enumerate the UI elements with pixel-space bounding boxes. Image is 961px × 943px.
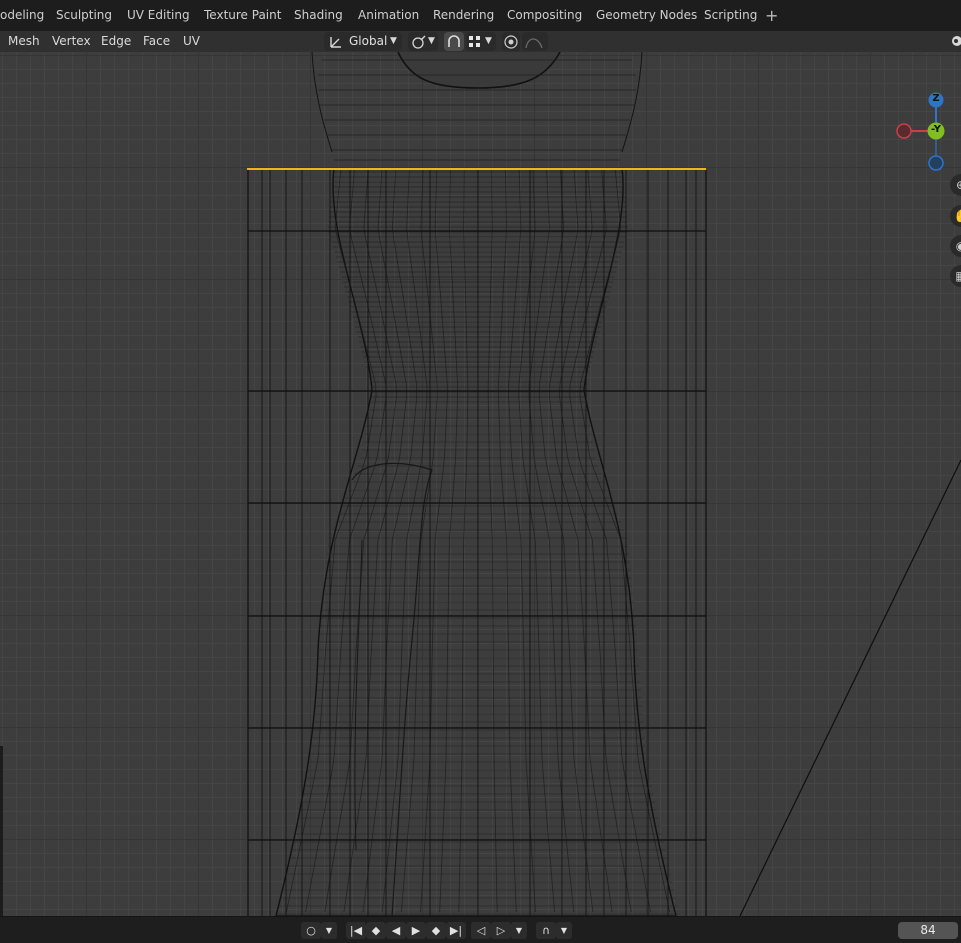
menu-mesh[interactable]: Mesh — [8, 31, 40, 52]
chevron-down-icon: ▼ — [485, 36, 492, 46]
chevron-down-icon[interactable]: ▼ — [321, 922, 337, 939]
snap-toggle[interactable] — [444, 32, 464, 51]
current-frame-field[interactable]: 84 — [898, 922, 958, 939]
tab-modeling[interactable]: odeling — [0, 0, 44, 31]
tab-animation[interactable]: Animation — [358, 0, 419, 31]
transform-orientation-icon — [330, 37, 341, 48]
chevron-down-icon: ▼ — [428, 36, 435, 46]
overlay-visibility-icon[interactable] — [946, 31, 961, 52]
auto-key-icon[interactable]: ∩ — [536, 922, 556, 939]
play-reverse-icon[interactable]: ◀ — [386, 922, 406, 939]
mesh-wireframe — [247, 52, 961, 916]
falloff-icon — [525, 38, 543, 49]
proportional-edit-toggle[interactable] — [502, 32, 520, 51]
add-workspace-button[interactable]: + — [765, 0, 778, 31]
menu-uv[interactable]: UV — [183, 31, 200, 52]
snap-target-dropdown[interactable]: ▼ — [466, 32, 496, 51]
sidebar-collapsed-handle[interactable] — [0, 746, 3, 916]
tab-texture-paint[interactable]: Texture Paint — [204, 0, 281, 31]
prev-keyframe-icon[interactable]: ◆ — [366, 922, 386, 939]
play-icon[interactable]: ▶ — [406, 922, 426, 939]
chevron-down-icon[interactable]: ▼ — [511, 922, 527, 939]
tab-compositing[interactable]: Compositing — [507, 0, 582, 31]
playback-bar: ○ ▼ |◀ ◆ ◀ ▶ ◆ ▶| ◁ ▷ ▼ ∩ ▼ 84 — [0, 916, 961, 943]
gizmo-y-label: -Y — [931, 124, 941, 135]
next-keyframe-icon[interactable]: ◆ — [426, 922, 446, 939]
viewport-header: Mesh Vertex Edge Face UV Global ▼ ▼ ▼ — [0, 31, 961, 52]
proportional-falloff-dropdown[interactable] — [522, 32, 548, 51]
jump-start-icon[interactable]: |◀ — [346, 922, 366, 939]
3d-viewport[interactable]: Z -Y ⊕ ✋ ◉ ▦ — [0, 52, 961, 916]
jump-end-icon[interactable]: ▶| — [446, 922, 466, 939]
menu-edge[interactable]: Edge — [101, 31, 131, 52]
tab-uv-editing[interactable]: UV Editing — [127, 0, 190, 31]
menu-face[interactable]: Face — [143, 31, 170, 52]
tab-shading[interactable]: Shading — [294, 0, 343, 31]
pivot-point-dropdown[interactable]: ▼ — [408, 32, 438, 51]
snap-increment-icon — [469, 36, 480, 47]
tab-scripting[interactable]: Scripting — [704, 0, 757, 31]
transform-orientation-dropdown[interactable]: Global ▼ — [324, 32, 402, 51]
navigation-gizmo[interactable] — [891, 87, 961, 177]
pivot-icon — [412, 35, 426, 49]
record-icon[interactable]: ○ — [301, 922, 321, 939]
chevron-down-icon[interactable]: ▼ — [556, 922, 572, 939]
menu-vertex[interactable]: Vertex — [52, 31, 91, 52]
transform-orientation-value: Global — [349, 34, 388, 48]
chevron-down-icon: ▼ — [390, 36, 397, 46]
prev-marker-icon[interactable]: ◁ — [471, 922, 491, 939]
gizmo-z-label: Z — [932, 93, 940, 104]
tab-geometry-nodes[interactable]: Geometry Nodes — [596, 0, 697, 31]
tab-rendering[interactable]: Rendering — [433, 0, 494, 31]
snap-icon — [448, 35, 460, 47]
proportional-edit-icon — [504, 35, 518, 49]
tab-sculpting[interactable]: Sculpting — [56, 0, 112, 31]
workspace-bar: odeling Sculpting UV Editing Texture Pai… — [0, 0, 961, 31]
next-marker-icon[interactable]: ▷ — [491, 922, 511, 939]
